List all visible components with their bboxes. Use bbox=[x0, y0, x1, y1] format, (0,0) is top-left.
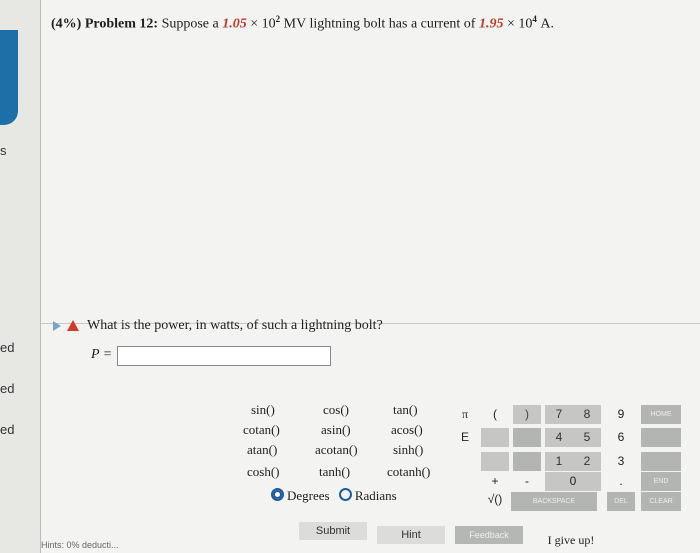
energy-base: 10 bbox=[261, 16, 276, 32]
digit-1-key[interactable]: 1 bbox=[545, 452, 573, 471]
sqrt-key[interactable]: √() bbox=[481, 490, 509, 509]
answer-label: P = bbox=[91, 347, 113, 362]
hint-button[interactable]: Hint bbox=[377, 526, 445, 544]
acotan-button[interactable]: acotan() bbox=[315, 442, 358, 458]
sidebar-accent bbox=[0, 30, 18, 125]
blank-key[interactable] bbox=[513, 452, 541, 471]
problem-panel: (4%) Problem 12: Suppose a 1.05 × 102 MV… bbox=[40, 0, 700, 553]
atan-button[interactable]: atan() bbox=[247, 442, 277, 458]
angle-mode-toggle: Degrees Radians bbox=[271, 488, 397, 504]
sidebar-label: ed bbox=[0, 340, 15, 355]
left-sidebar: s ed ed ed bbox=[0, 0, 40, 553]
end-key[interactable]: END bbox=[641, 472, 681, 491]
current-exponent: 4 bbox=[532, 14, 537, 24]
cotan-button[interactable]: cotan() bbox=[243, 422, 280, 438]
times-sign: × bbox=[506, 16, 515, 32]
cos-button[interactable]: cos() bbox=[323, 402, 349, 418]
sinh-button[interactable]: sinh() bbox=[393, 442, 423, 458]
blank-key[interactable] bbox=[513, 428, 541, 447]
cosh-button[interactable]: cosh() bbox=[247, 464, 280, 480]
radians-label: Radians bbox=[354, 488, 397, 503]
problem-text: Suppose a bbox=[161, 16, 219, 32]
minus-key[interactable]: - bbox=[513, 472, 541, 491]
tan-button[interactable]: tan() bbox=[393, 402, 418, 418]
blank-key[interactable] bbox=[481, 428, 509, 447]
degrees-radio[interactable] bbox=[271, 488, 284, 501]
dot-key[interactable]: . bbox=[607, 472, 635, 491]
problem-statement: (4%) Problem 12: Suppose a 1.05 × 102 MV… bbox=[51, 14, 554, 33]
question-row: What is the power, in watts, of such a l… bbox=[53, 318, 383, 334]
energy-exponent: 2 bbox=[275, 14, 281, 24]
warning-icon bbox=[67, 320, 79, 332]
tanh-button[interactable]: tanh() bbox=[319, 464, 350, 480]
blank-key[interactable] bbox=[481, 452, 509, 471]
digit-9-key[interactable]: 9 bbox=[607, 405, 635, 424]
sin-button[interactable]: sin() bbox=[251, 402, 275, 418]
problem-header: (4%) Problem 12: bbox=[51, 16, 159, 32]
digit-4-key[interactable]: 4 bbox=[545, 428, 573, 447]
blank-key[interactable] bbox=[641, 452, 681, 471]
degrees-label: Degrees bbox=[287, 488, 330, 503]
blank-key[interactable] bbox=[641, 428, 681, 447]
submit-button[interactable]: Submit bbox=[299, 522, 367, 540]
sidebar-label: s bbox=[0, 143, 7, 158]
digit-0-key[interactable]: 0 bbox=[559, 472, 587, 491]
times-sign: × bbox=[250, 16, 259, 32]
digit-8-key[interactable]: 8 bbox=[573, 405, 601, 424]
sidebar-label: ed bbox=[0, 422, 15, 437]
pi-key[interactable]: π bbox=[451, 405, 479, 424]
acos-button[interactable]: acos() bbox=[391, 422, 423, 438]
home-key[interactable]: HOME bbox=[641, 405, 681, 424]
e-key[interactable]: E bbox=[451, 428, 479, 447]
feedback-button[interactable]: Feedback bbox=[455, 526, 523, 544]
digit-6-key[interactable]: 6 bbox=[607, 428, 635, 447]
cotanh-button[interactable]: cotanh() bbox=[387, 464, 430, 480]
digit-5-key[interactable]: 5 bbox=[573, 428, 601, 447]
current-value: 1.95 bbox=[478, 16, 504, 32]
sidebar-label: ed bbox=[0, 381, 15, 396]
plus-key[interactable]: + bbox=[481, 472, 509, 491]
clear-key[interactable]: CLEAR bbox=[641, 492, 681, 511]
close-paren-key[interactable]: ) bbox=[513, 405, 541, 424]
backspace-key[interactable]: BACKSPACE bbox=[511, 492, 597, 511]
digit-3-key[interactable]: 3 bbox=[607, 452, 635, 471]
asin-button[interactable]: asin() bbox=[321, 422, 351, 438]
hints-text: Hints: 0% deducti... bbox=[41, 540, 119, 550]
digit-2-key[interactable]: 2 bbox=[573, 452, 601, 471]
radians-radio[interactable] bbox=[338, 488, 352, 501]
energy-value: 1.05 bbox=[222, 16, 247, 32]
current-unit: A. bbox=[540, 16, 554, 32]
question-text: What is the power, in watts, of such a l… bbox=[87, 318, 383, 333]
current-base: 10 bbox=[518, 16, 533, 32]
give-up-button[interactable]: I give up! bbox=[533, 531, 609, 549]
energy-unit: MV lightning bolt has a current of bbox=[283, 16, 476, 32]
open-paren-key[interactable]: ( bbox=[481, 405, 509, 424]
answer-input[interactable] bbox=[117, 346, 331, 366]
del-key[interactable]: DEL bbox=[607, 492, 635, 511]
digit-7-key[interactable]: 7 bbox=[545, 405, 573, 424]
expand-triangle-icon[interactable] bbox=[53, 320, 61, 331]
